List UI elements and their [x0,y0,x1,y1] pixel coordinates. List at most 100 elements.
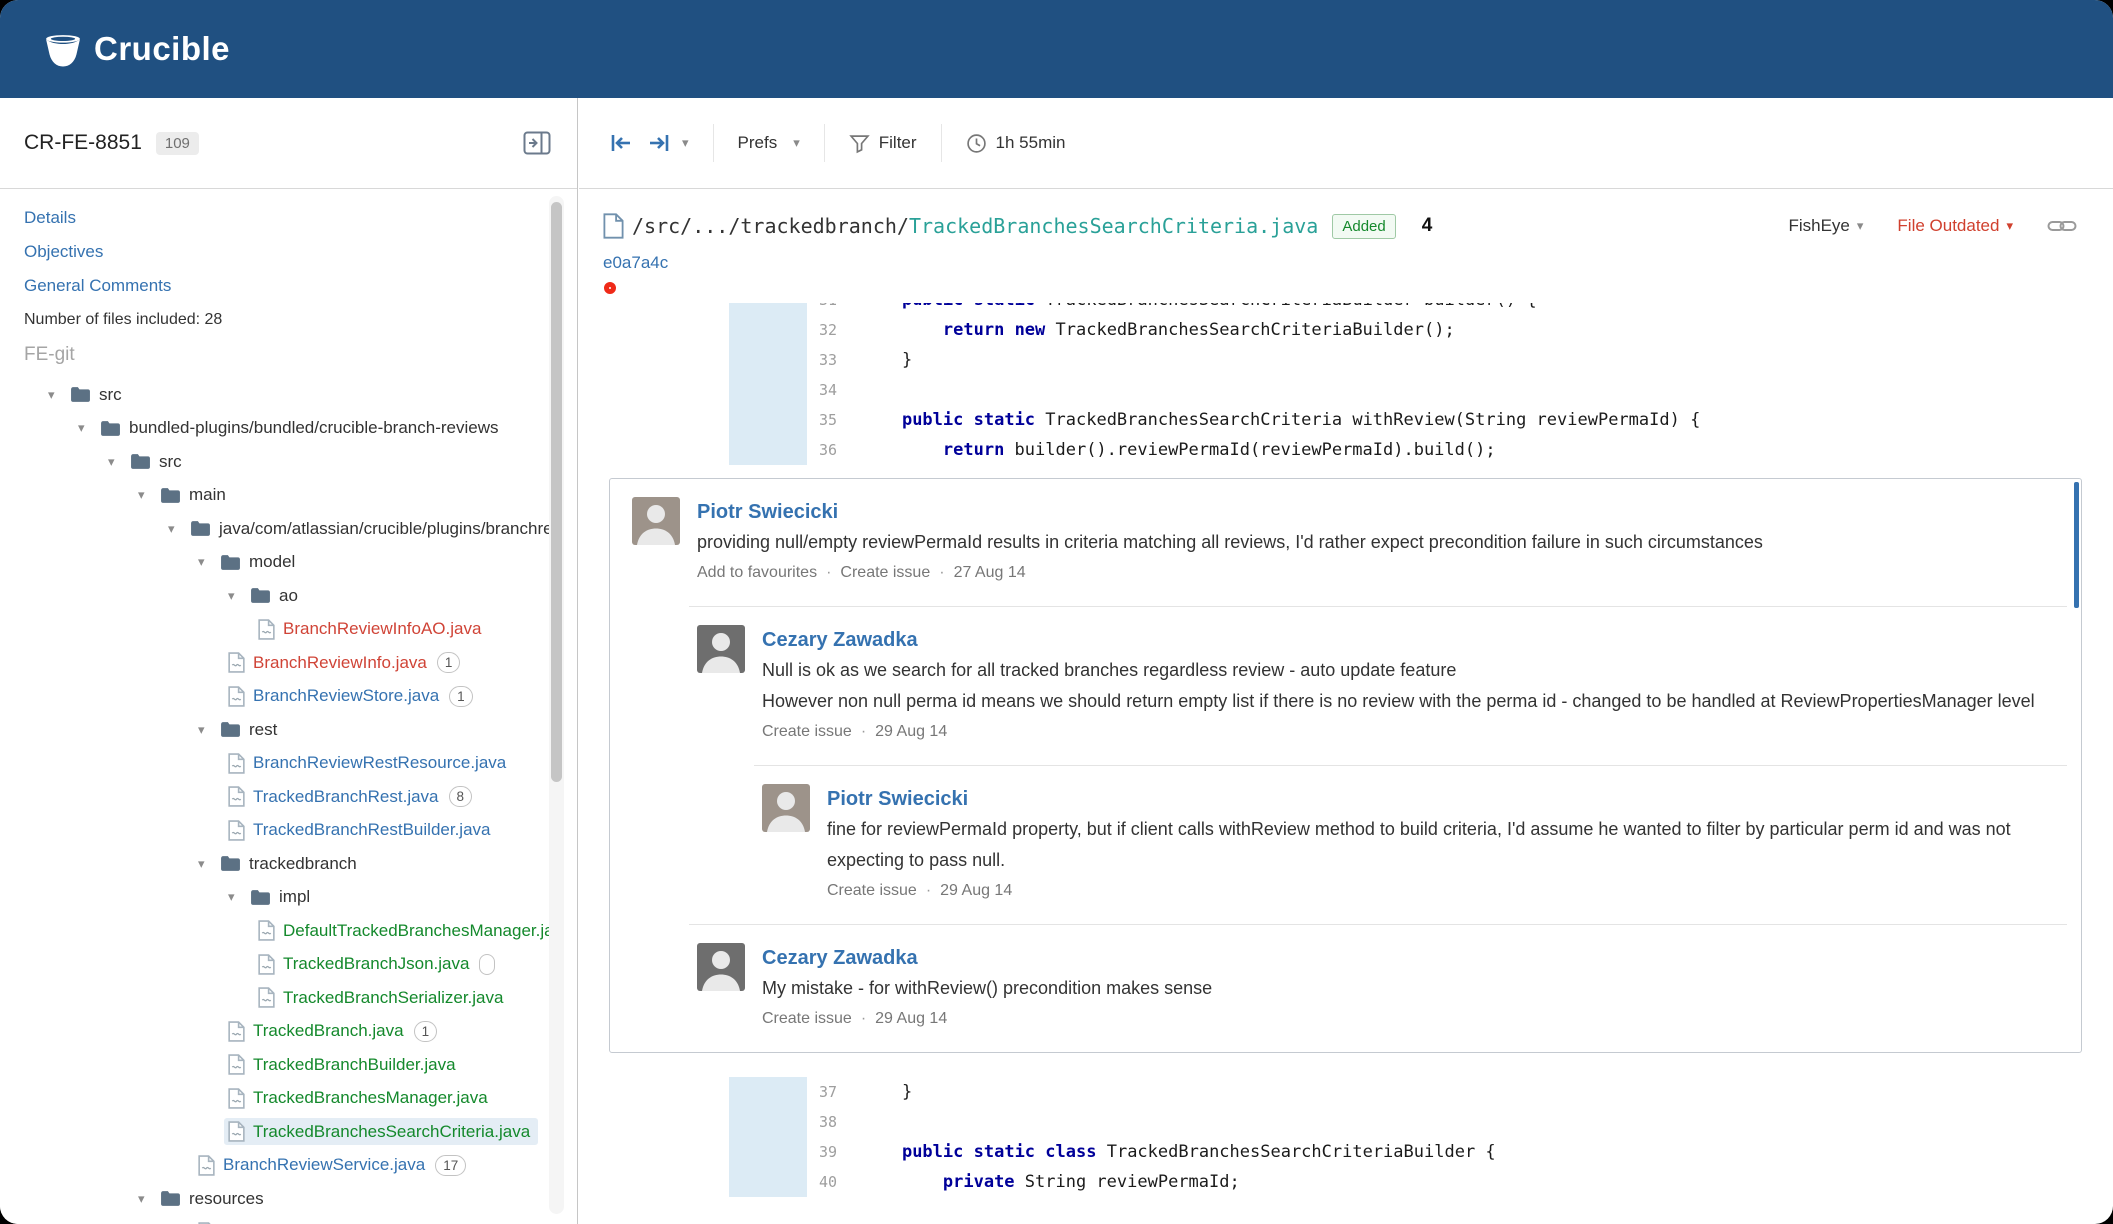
comment-author[interactable]: Cezary Zawadka [762,625,918,655]
comment-author[interactable]: Piotr Swiecicki [697,497,838,527]
file-outdated-dropdown[interactable]: File Outdated ▾ [1897,216,2013,236]
next-file-button[interactable] [643,129,675,157]
line-number[interactable]: 33 [807,345,837,375]
line-number[interactable]: 35 [807,405,837,435]
crucible-logo-icon [44,30,82,68]
folder-icon [190,520,211,537]
tree-folder[interactable]: ▾ java/com/atlassian/crucible/plugins/bra… [0,512,552,546]
tree-file[interactable]: TrackedBranchRest.java 8 [0,780,552,814]
tree-file[interactable]: BranchReviewInfo.java 1 [0,646,552,680]
added-gutter [729,405,807,435]
file-icon [603,213,624,239]
sidebar-link-objectives[interactable]: Objectives [24,235,577,269]
tree-file[interactable]: TrackedBranch.java 1 [0,1015,552,1049]
comment-footer: Add to favourites · Create issue · 27 Aug 14 [697,564,1026,581]
folder-icon [130,453,151,470]
line-number[interactable]: 32 [807,315,837,345]
file-nav-dropdown[interactable]: ▾ [682,135,689,151]
crucible-home-link[interactable]: Crucible [44,30,230,68]
commit-row: e0a7a4c [579,245,2113,275]
code-text: public static TrackedBranchesSearchCrite… [901,410,1701,430]
line-number[interactable]: 36 [807,435,837,465]
comment-action-create-issue[interactable]: Create issue [762,723,852,740]
file-icon [258,954,275,975]
line-number[interactable]: 40 [807,1167,837,1197]
tree-folder[interactable]: ▾ impl [0,881,552,915]
tree-folder[interactable]: ▾ src [0,378,552,412]
comment-date: 29 Aug 14 [940,882,1013,899]
tree-folder[interactable]: ▾ rest [0,713,552,747]
previous-file-button[interactable] [605,129,637,157]
tree-label: impl [279,887,311,907]
code-line: 38 [579,1107,2113,1137]
tree-folder[interactable]: ▾ main [0,479,552,513]
comment-date: 29 Aug 14 [875,1010,948,1027]
tree-label: DefaultTrackedBranchesManager.java [283,920,552,940]
code-line: 31 public static TrackedBranchesSearchCr… [579,303,2113,315]
tree-file[interactable]: BranchReviewRestResource.java [0,747,552,781]
comment-action-create-issue[interactable]: Create issue [762,1010,852,1027]
tree-label: main [189,485,226,505]
file-icon [228,753,245,774]
time-tracking-button[interactable]: 1h 55min [966,133,1065,154]
tree-file[interactable] [0,1216,552,1224]
sidebar-scrollbar[interactable] [551,202,562,782]
tree-folder[interactable]: ▾ trackedbranch [0,847,552,881]
tree-file[interactable]: TrackedBranchRestBuilder.java [0,814,552,848]
comment-action-create-issue[interactable]: Create issue [840,564,930,581]
tree-folder[interactable]: ▾ model [0,546,552,580]
tree-file[interactable]: BranchReviewStore.java 1 [0,680,552,714]
comment-author[interactable]: Cezary Zawadka [762,943,918,973]
tree-folder[interactable]: ▾ resources [0,1182,552,1216]
tree-label: src [99,384,122,404]
tree-label: bundled-plugins/bundled/crucible-branch-… [129,418,499,438]
tree-file[interactable]: TrackedBranchBuilder.java [0,1048,552,1082]
tree-file[interactable]: TrackedBranchSerializer.java [0,981,552,1015]
fisheye-dropdown[interactable]: FishEye ▾ [1788,216,1863,236]
code-text: private String reviewPermaId; [942,1172,1240,1192]
commit-hash-link[interactable]: e0a7a4c [603,253,668,272]
comment-body: fine for reviewPermaId property, but if … [827,819,2011,870]
line-number[interactable]: 34 [807,375,837,405]
gutter [579,1137,729,1167]
tree-file[interactable]: BranchReviewService.java 17 [0,1149,552,1183]
collapse-sidebar-button[interactable] [523,131,551,155]
code-block-top: 32 return new TrackedBranchesSearchCrite… [579,315,2113,465]
tree-file[interactable]: TrackedBranchesManager.java [0,1082,552,1116]
comment-action-create-issue[interactable]: Create issue [827,882,917,899]
line-number[interactable]: 38 [807,1107,837,1137]
comment-thread: Piotr Swiecicki providing null/empty revi… [609,478,2082,1053]
review-nav: Details Objectives General Comments [0,189,577,303]
tree-folder[interactable]: ▾ bundled-plugins/bundled/crucible-branch… [0,412,552,446]
file-icon [228,786,245,807]
comment: Cezary Zawadka Null is ok as we search fo… [689,606,2067,765]
permalink-icon[interactable] [2047,218,2077,234]
tree-file[interactable]: DefaultTrackedBranchesManager.java [0,914,552,948]
code-line: 40 private String reviewPermaId; [579,1167,2113,1197]
app-header: Crucible [0,0,2113,98]
line-number[interactable]: 31 [807,303,837,315]
sidebar-link-details[interactable]: Details [24,201,577,235]
sidebar-link-general-comments[interactable]: General Comments [24,269,577,303]
tree-folder[interactable]: ▾ src [0,445,552,479]
filter-button[interactable]: Filter [849,133,917,154]
tree-label: trackedbranch [249,853,357,873]
tree-file[interactable]: TrackedBranchJson.java [0,948,552,982]
comment-action-add-to-favourites[interactable]: Add to favourites [697,564,817,581]
comment-footer: Create issue · 29 Aug 14 [762,1010,948,1027]
code-text: return builder().reviewPermaId(reviewPer… [942,440,1496,460]
tree-file[interactable]: TrackedBranchesSearchCriteria.java [0,1115,552,1149]
files-included-note: Number of files included: 28 [24,311,223,328]
prefs-dropdown[interactable]: Prefs ▾ [738,133,800,153]
avatar [762,784,810,832]
tree-label: BranchReviewInfoAO.java [283,619,482,639]
line-number[interactable]: 37 [807,1077,837,1107]
file-path-prefix: /src/.../trackedbranch/ [632,214,909,238]
line-number[interactable]: 39 [807,1137,837,1167]
tree-file[interactable]: BranchReviewInfoAO.java [0,613,552,647]
code-line: 32 return new TrackedBranchesSearchCrite… [579,315,2113,345]
tree-folder[interactable]: ▾ ao [0,579,552,613]
code-block-bottom: 37 } 38 39 public static class TrackedBran… [579,1077,2113,1197]
comment-author[interactable]: Piotr Swiecicki [827,784,968,814]
added-gutter [729,345,807,375]
